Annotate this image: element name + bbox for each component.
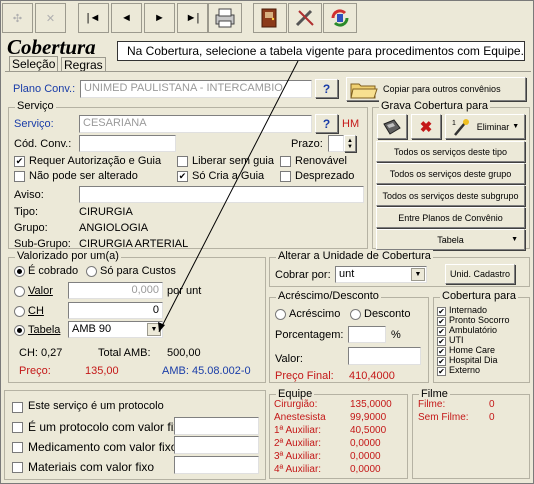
tooltip-arrow — [158, 60, 299, 333]
cobertura-window: ✣ ✕ |◄ ◄ ► ►| Cobertura Seleção Regras P… — [0, 0, 534, 484]
